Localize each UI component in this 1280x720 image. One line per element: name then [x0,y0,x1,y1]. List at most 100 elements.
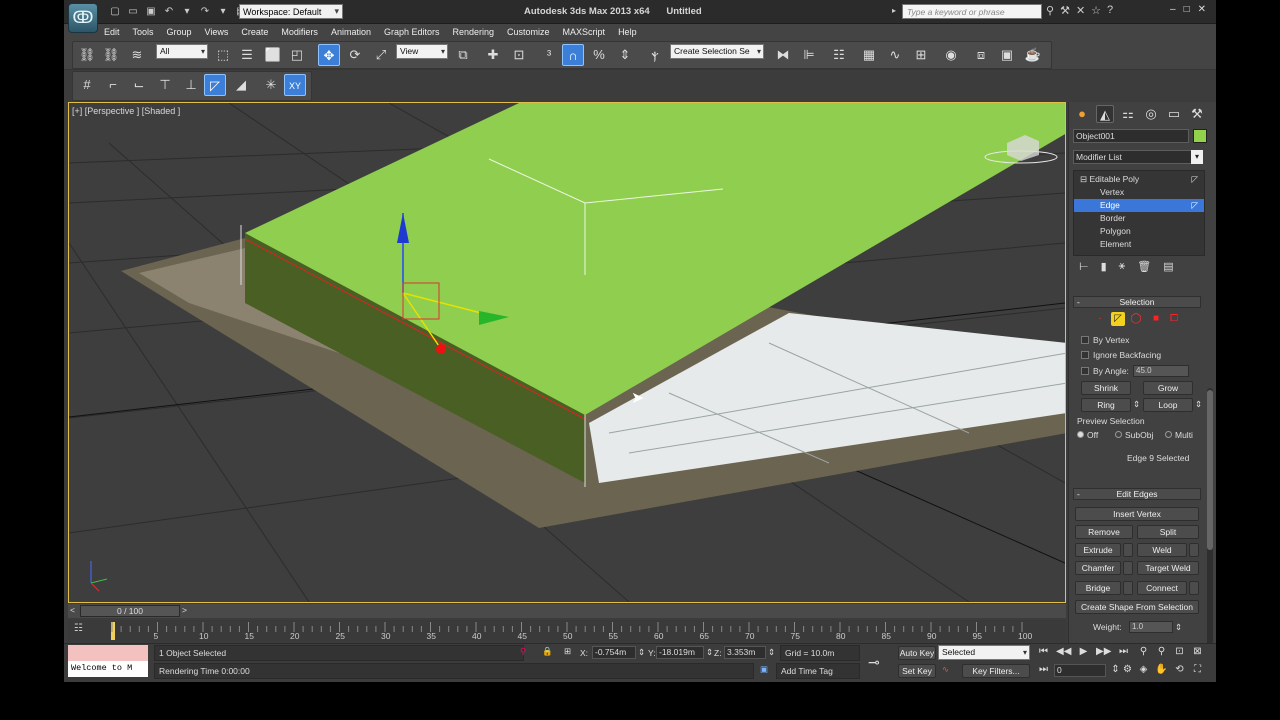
edge-mode-icon[interactable]: ◸ [1111,312,1125,326]
stack-item-vertex[interactable]: Vertex [1074,186,1204,199]
auto-key-button[interactable]: Auto Key [898,646,936,660]
rectangular-region-icon[interactable]: ⬜ [262,44,284,66]
orbit-icon[interactable]: ⟲ [1172,663,1187,677]
prev-frame-icon[interactable]: < [70,605,75,615]
remove-button[interactable]: Remove [1075,525,1133,539]
favorites-star-icon[interactable]: ☆ [1091,4,1101,17]
by-vertex-checkbox[interactable] [1081,336,1089,344]
target-weld-button[interactable]: Target Weld [1137,561,1199,575]
zoom-icon[interactable]: ⚲ [1136,645,1151,659]
extrude-button[interactable]: Extrude [1075,543,1121,557]
selection-rollout-header[interactable]: - Selection [1073,296,1201,308]
z-coord-spinner-icon[interactable]: ⇕ [768,647,775,658]
weight-spinner[interactable]: 1.0 [1129,621,1173,633]
select-and-rotate-icon[interactable]: ⟳ [344,44,366,66]
key-mode-toggle-icon[interactable]: ⏭ [1036,663,1051,677]
subscription-icon[interactable]: ⚒ [1060,4,1070,17]
preview-off-radio[interactable] [1077,431,1084,438]
y-coord-spinner-icon[interactable]: ⇕ [706,647,713,658]
zoom-extents-icon[interactable]: ⊡ [1172,645,1187,659]
shrink-button[interactable]: Shrink [1081,381,1131,395]
perspective-viewport[interactable]: [+] [Perspective ] [Shaded ] ➤ [68,102,1066,603]
menu-edit[interactable]: Edit [104,24,120,40]
redo-dropdown-icon[interactable]: ▾ [216,5,230,18]
show-end-result-icon[interactable]: ▮ [1101,260,1107,273]
named-selection-dropdown[interactable]: Create Selection Se ▾ [670,44,764,59]
weight-spinner-icon[interactable]: ⇕ [1175,622,1182,633]
viewport-label[interactable]: [+] [Perspective ] [Shaded ] [72,106,180,116]
percent-snap-icon[interactable]: % [588,44,610,66]
edit-named-selection-icon[interactable]: ⲯ [644,44,666,66]
select-and-scale-icon[interactable]: ⤢ [370,44,392,66]
chevron-down-icon[interactable]: ▾ [1191,150,1203,164]
menu-customize[interactable]: Customize [507,24,550,40]
menu-create[interactable]: Create [241,24,268,40]
graphite-ribbon-icon[interactable]: ▦ [858,44,880,66]
open-file-icon[interactable]: ▭ [126,5,140,18]
communication-icon[interactable]: ✕ [1076,4,1085,17]
current-frame-field[interactable]: 0 [1054,664,1106,677]
window-crossing-icon[interactable]: ◰ [286,44,308,66]
object-name-field[interactable]: Object001 [1073,129,1189,143]
face-snap-icon[interactable]: ◢ [230,74,252,96]
layer-manager-icon[interactable]: ☷ [828,44,850,66]
go-to-end-icon[interactable]: ⏭ [1116,645,1131,659]
chamfer-button[interactable]: Chamfer [1075,561,1121,575]
bridge-settings-button[interactable] [1123,581,1133,595]
redo-icon[interactable]: ↷ [198,5,212,18]
material-editor-icon[interactable]: ◉ [940,44,962,66]
pivot-snap-icon[interactable]: ⌐ [102,74,124,96]
minimize-icon[interactable]: – [1170,4,1176,15]
loop-spinner-icon[interactable]: ⇕ [1195,399,1202,410]
menu-maxscript[interactable]: MAXScript [563,24,606,40]
spinner-snap-icon[interactable]: ⇕ [614,44,636,66]
mirror-icon[interactable]: ⧓ [772,44,794,66]
undo-dropdown-icon[interactable]: ▾ [180,5,194,18]
x-coord-spinner-icon[interactable]: ⇕ [638,647,645,658]
isolate-selection-icon[interactable]: ⚲ [520,646,526,657]
stack-item-border[interactable]: Border [1074,212,1204,225]
endpoint-snap-icon[interactable]: ⊤ [154,74,176,96]
previous-frame-icon[interactable]: ◀◀ [1056,645,1071,659]
preview-subobj-radio[interactable] [1115,431,1122,438]
select-and-link-icon[interactable]: ⛓ [76,44,98,66]
menu-animation[interactable]: Animation [331,24,371,40]
zoom-all-icon[interactable]: ⚲ [1154,645,1169,659]
insert-vertex-button[interactable]: Insert Vertex [1075,507,1199,521]
pan-view-icon[interactable]: ✋ [1154,663,1169,677]
schematic-view-icon[interactable]: ⊞ [910,44,932,66]
menu-modifiers[interactable]: Modifiers [281,24,318,40]
menu-tools[interactable]: Tools [133,24,154,40]
loop-button[interactable]: Loop [1143,398,1193,412]
maxscript-listener-input[interactable]: Welcome to M [68,661,148,677]
extrude-settings-button[interactable] [1123,543,1133,557]
add-time-tag-button[interactable]: Add Time Tag [776,663,860,679]
time-tag-icon[interactable]: ▣ [760,664,768,675]
angle-snap-icon[interactable]: ∩ [562,44,584,66]
select-and-move-icon[interactable]: ✥ [318,44,340,66]
selection-lock-icon[interactable]: 🔒 [542,646,553,657]
midpoint-snap-icon[interactable]: ⊥ [180,74,202,96]
hierarchy-tab-icon[interactable]: ⚏ [1119,105,1137,123]
go-to-start-icon[interactable]: ⏮ [1036,645,1051,659]
new-file-icon[interactable]: ▢ [108,5,122,18]
selection-filter-dropdown[interactable]: All ▾ [156,44,208,59]
key-filters-button[interactable]: Key Filters... [962,664,1030,678]
preview-multi-radio[interactable] [1165,431,1172,438]
help-search-input[interactable]: Type a keyword or phrase [902,4,1042,19]
ignore-backfacing-checkbox[interactable] [1081,351,1089,359]
binoculars-icon[interactable]: ⚲ [1046,4,1054,17]
reference-coordinate-dropdown[interactable]: View ▾ [396,44,448,59]
next-frame-icon[interactable]: > [182,605,187,615]
save-file-icon[interactable]: ▣ [144,5,158,18]
maxscript-listener-output[interactable] [68,645,148,661]
stack-item-element[interactable]: Element [1074,238,1204,251]
pin-stack-icon[interactable]: ⊢ [1079,260,1089,273]
stack-item-polygon[interactable]: Polygon [1074,225,1204,238]
unlink-selection-icon[interactable]: ⛓ [100,44,122,66]
grow-button[interactable]: Grow [1143,381,1193,395]
center-face-snap-icon[interactable]: ✳ [260,74,282,96]
field-of-view-icon[interactable]: ◈ [1136,663,1151,677]
ring-button[interactable]: Ring [1081,398,1131,412]
border-mode-icon[interactable]: ◯ [1129,312,1143,326]
